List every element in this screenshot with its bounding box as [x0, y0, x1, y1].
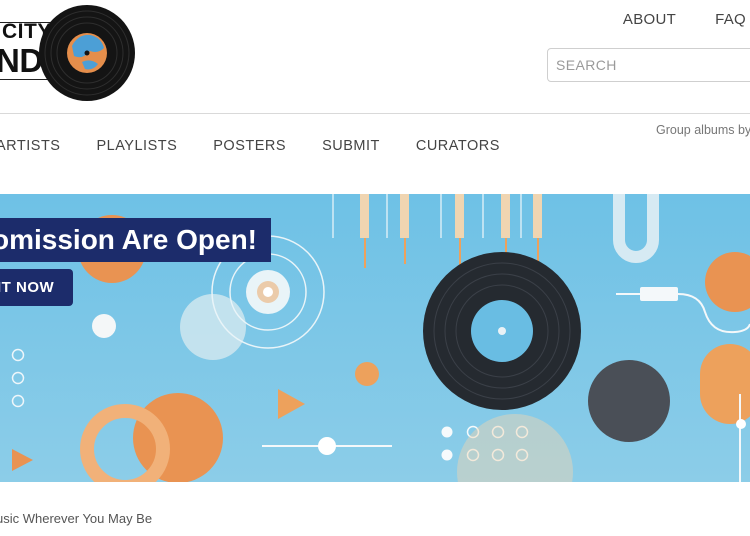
nav-item-playlists[interactable]: PLAYLISTS	[96, 138, 177, 154]
nav-item-posters[interactable]: POSTERS	[213, 138, 286, 154]
section-subtitle: usic Wherever You May Be	[0, 511, 153, 526]
vinyl-record-icon	[39, 5, 135, 101]
banner-title: omission Are Open!	[0, 218, 272, 262]
site-logo[interactable]: CITY NDS	[0, 0, 140, 105]
about-link[interactable]: ABOUT	[623, 11, 676, 28]
group-albums-label: Group albums by	[656, 123, 750, 137]
faq-link[interactable]: FAQ	[715, 11, 746, 28]
main-nav: ARTISTS PLAYLISTS POSTERS SUBMIT CURATOR…	[0, 138, 536, 154]
nav-item-artists[interactable]: ARTISTS	[0, 138, 60, 154]
nav-item-submit[interactable]: SUBMIT	[322, 138, 380, 154]
top-links: ABOUT FAQ	[584, 11, 750, 28]
nav-item-curators[interactable]: CURATORS	[416, 138, 500, 154]
submit-now-button[interactable]: IT NOW	[0, 269, 73, 306]
hero-banner[interactable]: omission Are Open! IT NOW	[0, 194, 750, 482]
site-header: CITY NDS ABOUT FAQ	[0, 0, 750, 114]
search-input[interactable]	[547, 48, 750, 82]
